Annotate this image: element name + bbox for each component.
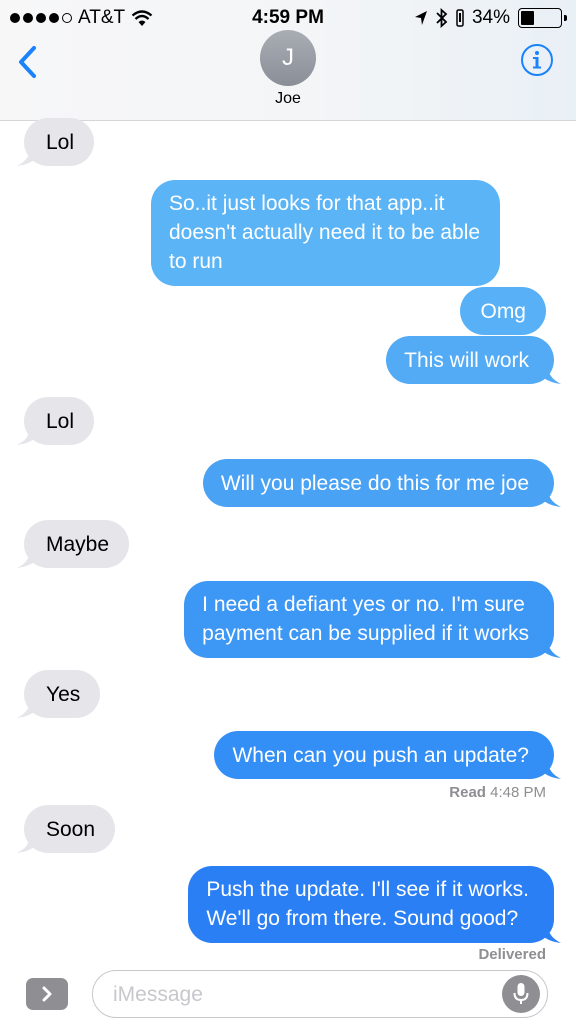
battery-percentage: 34% — [471, 7, 510, 28]
dictation-button[interactable] — [502, 975, 540, 1013]
message-bubble-outgoing[interactable]: I need a defiant yes or no. I'm sure pay… — [184, 581, 561, 658]
message-text: Soon — [46, 818, 96, 841]
bluetooth-icon — [436, 8, 448, 28]
message-text-line: We'll go from there. Sound good? — [206, 907, 519, 930]
message-bubble-outgoing[interactable]: So..it just looks for that app..it doesn… — [151, 180, 501, 286]
message-bubble-outgoing[interactable]: When can you push an update? — [214, 731, 561, 779]
status-right-group: 34% — [414, 7, 567, 29]
chevron-left-icon — [19, 46, 36, 78]
message-text: Omg — [480, 300, 526, 323]
compose-bar: iMessage — [0, 960, 576, 1024]
location-arrow-icon — [414, 11, 427, 25]
message-text: Lol — [46, 131, 75, 154]
message-text-line: doesn't actually need it to be able — [169, 221, 481, 244]
message-text: Yes — [46, 683, 81, 706]
message-input-placeholder: iMessage — [113, 983, 203, 1006]
info-icon — [521, 44, 553, 76]
rotation-lock-icon — [456, 9, 464, 27]
message-bubble-outgoing[interactable]: This will work — [386, 336, 561, 384]
contact-avatar[interactable]: J — [260, 30, 316, 86]
battery-icon — [518, 8, 567, 28]
message-text-line: I need a defiant yes or no. I'm sure — [202, 593, 525, 616]
message-bubble-incoming[interactable]: Lol — [17, 397, 95, 445]
message-text: When can you push an update? — [232, 744, 529, 767]
message-input[interactable]: iMessage — [92, 970, 548, 1018]
message-bubble-outgoing[interactable]: Omg — [460, 287, 546, 335]
conversation-header: AT&T 4:59 PM 34% J Joe — [0, 0, 576, 121]
message-bubble-incoming[interactable]: Maybe — [17, 520, 130, 568]
message-text-line: Push the update. I'll see if it works. — [206, 878, 529, 901]
battery-level-fill — [521, 11, 534, 25]
message-text: This will work — [404, 349, 529, 372]
read-receipt: Read 4:48 PM — [449, 784, 546, 801]
app-drawer-button[interactable] — [26, 978, 68, 1010]
message-bubble-outgoing[interactable]: Push the update. I'll see if it works. W… — [188, 866, 561, 943]
details-button[interactable] — [520, 43, 554, 77]
message-text-line: to run — [169, 250, 223, 273]
message-bubble-incoming[interactable]: Lol — [17, 118, 95, 166]
message-text-line: So..it just looks for that app..it — [169, 192, 445, 215]
message-text: Will you please do this for me joe — [220, 472, 529, 495]
back-button[interactable] — [12, 42, 46, 82]
microphone-icon — [513, 983, 529, 1004]
message-bubble-incoming[interactable]: Yes — [17, 670, 101, 718]
messages-screen: AT&T 4:59 PM 34% J Joe Lol So..it just l… — [0, 0, 576, 1024]
message-text: Lol — [46, 410, 75, 433]
contact-name[interactable]: Joe — [0, 90, 576, 108]
chevron-right-icon — [42, 986, 52, 1002]
read-receipt-time: 4:48 PM — [490, 784, 546, 801]
message-bubble-outgoing[interactable]: Will you please do this for me joe — [202, 459, 561, 507]
message-text: Maybe — [46, 533, 110, 556]
message-bubble-incoming[interactable]: Soon — [17, 805, 116, 853]
message-text-line: payment can be supplied if it works — [202, 622, 529, 645]
read-receipt-label: Read — [449, 784, 486, 801]
